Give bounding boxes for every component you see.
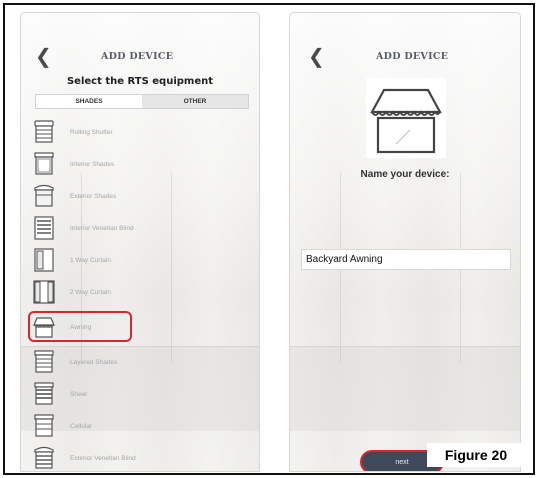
- list-item-exterior-venetian-blind[interactable]: Exterior Venetian Blind: [33, 444, 259, 471]
- device-label: Rolling Shutter: [70, 128, 113, 136]
- page-subtitle: Select the RTS equipment: [66, 76, 214, 87]
- chevron-left-icon[interactable]: ❮: [35, 47, 52, 67]
- page-title: ADD DEVICE: [376, 51, 449, 62]
- exterior-shades-icon: [33, 183, 55, 209]
- sheer-icon: [33, 381, 55, 407]
- device-label: 2 Way Curtain: [70, 288, 111, 296]
- list-item-2-way-curtain[interactable]: 2 Way Curtain: [33, 278, 259, 306]
- layered-shades-icon: [33, 349, 55, 375]
- interior-shades-icon: [33, 151, 55, 177]
- one-way-curtain-icon: [33, 247, 55, 273]
- awning-icon: [366, 78, 446, 158]
- background-photo: [290, 346, 520, 431]
- name-device-label: Name your device:: [360, 169, 450, 180]
- tab-shades[interactable]: SHADES: [36, 95, 142, 108]
- chevron-left-icon[interactable]: ❮: [308, 47, 325, 67]
- device-label: Sheer: [70, 390, 88, 398]
- two-way-curtain-icon: [33, 279, 55, 305]
- device-label: 1 Way Curtain: [70, 256, 111, 264]
- list-item-1-way-curtain[interactable]: 1 Way Curtain: [33, 246, 259, 274]
- add-device-list-screen: ❮ ADD DEVICE Select the RTS equipment SH…: [20, 12, 260, 472]
- device-label: Interior Venetian Blind: [70, 224, 134, 232]
- device-name-field[interactable]: Backyard Awning: [301, 249, 511, 270]
- page-title: ADD DEVICE: [101, 51, 174, 62]
- name-device-screen: ❮ ADD DEVICE Name your device: Backyard …: [289, 12, 521, 472]
- awning-highlight-box: [28, 311, 132, 342]
- device-label: Exterior Shades: [70, 192, 117, 200]
- list-item-interior-shades[interactable]: Interior Shades: [33, 150, 259, 178]
- list-item-rolling-shutter[interactable]: Rolling Shutter: [33, 118, 259, 146]
- list-item-exterior-shades[interactable]: Exterior Shades: [33, 182, 259, 210]
- equipment-tabs: SHADES OTHER: [35, 94, 249, 109]
- device-label: Layered Shades: [70, 358, 118, 366]
- exterior-venetian-blind-icon: [33, 445, 55, 471]
- list-item-cellular[interactable]: Cellular: [33, 412, 259, 440]
- list-item-sheer[interactable]: Sheer: [33, 380, 259, 408]
- device-label: Cellular: [70, 422, 93, 430]
- venetian-blind-icon: [33, 215, 55, 241]
- figure-caption: Figure 20: [427, 443, 525, 467]
- list-item-layered-shades[interactable]: Layered Shades: [33, 348, 259, 376]
- cellular-icon: [33, 413, 55, 439]
- device-label: Exterior Venetian Blind: [70, 454, 136, 462]
- list-item-interior-venetian-blind[interactable]: Interior Venetian Blind: [33, 214, 259, 242]
- rolling-shutter-icon: [33, 119, 55, 145]
- tab-other[interactable]: OTHER: [142, 95, 248, 108]
- device-label: Interior Shades: [70, 160, 115, 168]
